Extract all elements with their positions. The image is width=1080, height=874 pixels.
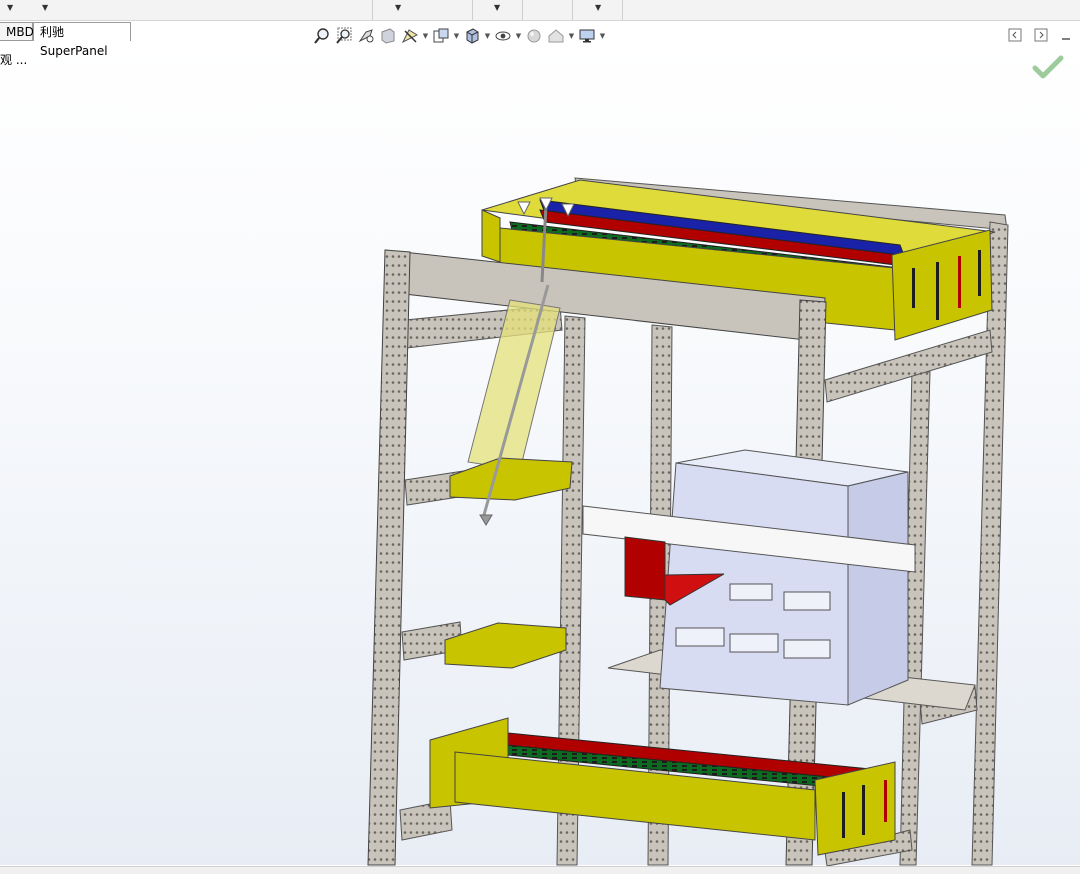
- cabinet-3d-model[interactable]: [0, 0, 1080, 873]
